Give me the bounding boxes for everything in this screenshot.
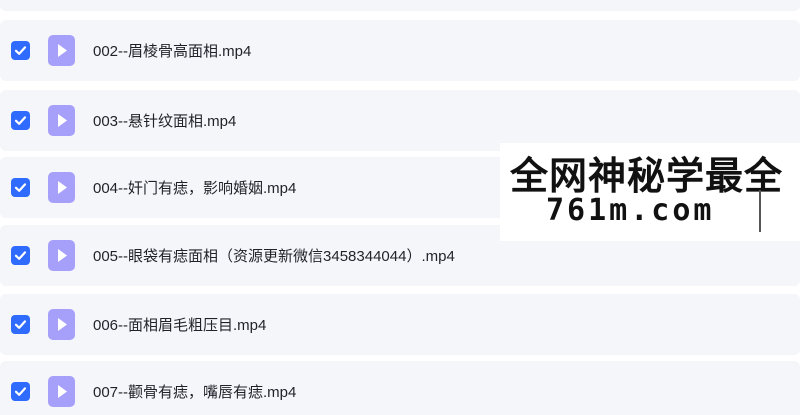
- file-name: 006--面相眉毛粗压目.mp4: [93, 317, 267, 334]
- video-file-icon: [48, 240, 75, 271]
- file-row[interactable]: 003--悬针纹面相.mp4: [0, 90, 800, 151]
- file-name: 003--悬针纹面相.mp4: [93, 113, 237, 130]
- watermark-title: 全网神秘学最全: [510, 154, 784, 198]
- check-icon: [14, 116, 27, 125]
- file-row[interactable]: 006--面相眉毛粗压目.mp4: [0, 294, 800, 355]
- watermark-overlay: 全网神秘学最全 761m.com: [500, 143, 800, 241]
- file-row[interactable]: 002--眉棱骨高面相.mp4: [0, 20, 800, 81]
- text-cursor: [759, 190, 761, 232]
- video-file-icon: [48, 35, 75, 66]
- file-name: 007--颧骨有痣，嘴唇有痣.mp4: [93, 384, 297, 401]
- file-name: 002--眉棱骨高面相.mp4: [93, 43, 252, 60]
- video-file-icon: [48, 376, 75, 407]
- video-file-icon: [48, 105, 75, 136]
- check-icon: [14, 387, 27, 396]
- check-icon: [14, 251, 27, 260]
- watermark-url: 761m.com: [546, 193, 715, 228]
- check-icon: [14, 183, 27, 192]
- video-file-icon: [48, 172, 75, 203]
- checkbox-checked[interactable]: [11, 315, 30, 334]
- checkbox-checked[interactable]: [11, 178, 30, 197]
- checkbox-checked[interactable]: [11, 246, 30, 265]
- video-file-icon: [48, 309, 75, 340]
- check-icon: [14, 46, 27, 55]
- checkbox-checked[interactable]: [11, 111, 30, 130]
- checkbox-checked[interactable]: [11, 41, 30, 60]
- checkbox-checked[interactable]: [11, 382, 30, 401]
- file-row[interactable]: 007--颧骨有痣，嘴唇有痣.mp4: [0, 361, 800, 415]
- file-name: 004--奸门有痣，影响婚姻.mp4: [93, 180, 297, 197]
- file-name: 005--眼袋有痣面相（资源更新微信3458344044）.mp4: [93, 248, 455, 265]
- file-row[interactable]: [0, 0, 800, 11]
- check-icon: [14, 320, 27, 329]
